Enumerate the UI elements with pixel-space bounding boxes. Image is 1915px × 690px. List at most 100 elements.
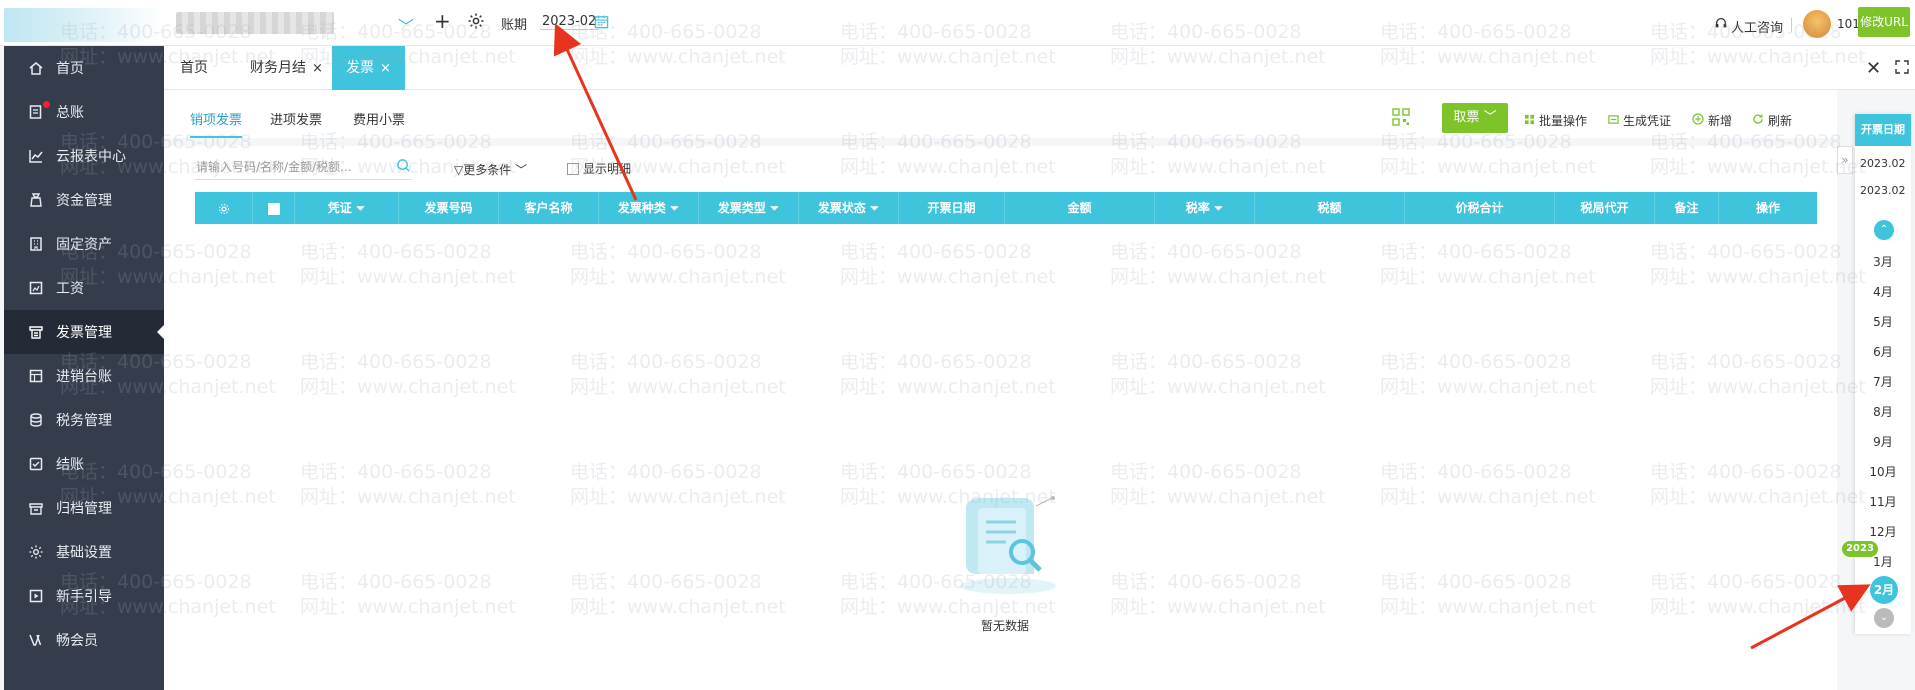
sidebar-item-salary[interactable]: 工资 (4, 266, 164, 310)
sidebar-item-tax[interactable]: 税务管理 (4, 398, 164, 442)
sidebar-item-closing[interactable]: 结账 (4, 442, 164, 486)
refresh-button[interactable]: 刷新 (1752, 112, 1792, 129)
tab-label: 财务月结 (250, 60, 306, 76)
month-item[interactable]: 9月 (1855, 433, 1911, 450)
chevron-up-icon[interactable]: ⌃ (1874, 220, 1894, 240)
date-range-end[interactable]: 2023.02 (1860, 184, 1906, 197)
tab-invoice[interactable]: 发票 × (332, 46, 405, 90)
column-header[interactable]: 发票状态 ⏷ (799, 192, 899, 224)
month-item[interactable]: 6月 (1855, 343, 1911, 360)
subtab-expense-receipt[interactable]: 费用小票 (353, 104, 405, 138)
close-icon[interactable]: × (312, 61, 323, 76)
show-detail-checkbox[interactable]: 显示明细 (567, 160, 631, 177)
button-label: 新增 (1708, 114, 1733, 128)
qrcode-icon[interactable] (1392, 108, 1410, 130)
date-range-start[interactable]: 2023.02 (1860, 157, 1906, 170)
calendar-icon[interactable] (594, 14, 609, 33)
sidebar-item-guide[interactable]: 新手引导 (4, 574, 164, 618)
add-icon[interactable]: + (434, 9, 451, 33)
home-icon (26, 58, 46, 78)
month-item[interactable]: 8月 (1855, 403, 1911, 420)
sidebar-item-label: 云报表中心 (56, 149, 126, 165)
chevron-down-icon[interactable]: ⌄ (1874, 608, 1894, 628)
subtab-output-invoice[interactable]: 销项发票 (190, 104, 243, 138)
tab-label: 首页 (180, 60, 208, 76)
sidebar-item-fixed-assets[interactable]: 固定资产 (4, 222, 164, 266)
avatar[interactable] (1803, 10, 1831, 38)
sidebar-item-home[interactable]: 首页 (4, 46, 164, 90)
month-item[interactable]: 3月 (1855, 253, 1911, 270)
company-name-blurred[interactable] (176, 12, 334, 34)
sidebar-item-funds[interactable]: 资金管理 (4, 178, 164, 222)
month-item-selected[interactable]: 2月 (1870, 576, 1898, 604)
close-all-tabs-icon[interactable]: ✕ (1866, 58, 1881, 79)
filter-icon[interactable]: ⏷ (870, 201, 880, 215)
fullscreen-icon[interactable] (1895, 60, 1909, 78)
sidebar-item-label: 结账 (56, 457, 84, 473)
month-item[interactable]: 10月 (1855, 463, 1911, 480)
sidebar-item-settings[interactable]: 基础设置 (4, 530, 164, 574)
filter-icon[interactable]: ⏷ (670, 201, 680, 215)
sidebar-item-invoice-management[interactable]: 发票管理 (4, 310, 164, 354)
top-bar: ﹀ + 账期 2023-02 人工咨询 101 修改URL (0, 0, 1915, 46)
subtab-input-invoice[interactable]: 进项发票 (270, 104, 322, 138)
filter-icon[interactable]: ⏷ (1214, 201, 1224, 215)
month-item[interactable]: 5月 (1855, 313, 1911, 330)
divider (1791, 18, 1792, 32)
column-header: 金额 (1005, 192, 1155, 224)
column-settings[interactable] (195, 192, 253, 224)
sidebar-item-label: 资金管理 (56, 193, 112, 209)
user-id[interactable]: 101 (1837, 17, 1860, 31)
select-all-checkbox[interactable] (253, 192, 295, 224)
sidebar-item-vip[interactable]: 畅会员 (4, 618, 164, 662)
more-conditions-button[interactable]: ▽更多条件 ﹀ (454, 161, 527, 178)
subtab-strip (164, 138, 1837, 146)
sidebar-item-archive[interactable]: 归档管理 (4, 486, 164, 530)
guide-icon (26, 586, 46, 606)
filter-icon[interactable]: ⏷ (356, 201, 366, 215)
checkbox[interactable] (267, 202, 280, 215)
date-panel-header: 开票日期 (1855, 114, 1911, 146)
tab-home[interactable]: 首页 (166, 46, 222, 90)
headset-icon[interactable] (1714, 16, 1728, 34)
sidebar-item-label: 新手引导 (56, 589, 112, 605)
generate-voucher-button[interactable]: 生成凭证 (1608, 112, 1671, 129)
column-label: 税额 (1317, 201, 1342, 215)
gear-icon[interactable] (467, 12, 485, 34)
chevron-down-icon[interactable]: ﹀ (398, 13, 414, 37)
table-header: 凭证 ⏷ 发票号码 客户名称 发票种类 ⏷ 发票类型 ⏷ 发票状态 ⏷ 开票日期 金额 … (195, 192, 1817, 224)
button-label: 生成凭证 (1623, 114, 1672, 128)
search-icon[interactable] (396, 158, 411, 177)
modify-url-button[interactable]: 修改URL (1858, 7, 1910, 37)
chevron-down-icon: ﹀ (511, 163, 528, 177)
app-logo (4, 8, 164, 42)
search-input[interactable]: 请输入号码/名称/金额/税额... (194, 154, 412, 180)
column-header[interactable]: 税率 ⏷ (1155, 192, 1255, 224)
new-button[interactable]: 新增 (1692, 112, 1732, 129)
sidebar-item-report-center[interactable]: 云报表中心 (4, 134, 164, 178)
month-item[interactable]: 11月 (1855, 493, 1911, 510)
consult-link[interactable]: 人工咨询 (1731, 17, 1783, 36)
checkbox[interactable] (567, 162, 579, 175)
column-header[interactable]: 发票类型 ⏷ (699, 192, 799, 224)
chevron-right-icon[interactable]: » (1837, 146, 1853, 174)
column-header[interactable]: 发票种类 ⏷ (599, 192, 699, 224)
period-value[interactable]: 2023-02 (540, 14, 599, 30)
sidebar-item-ledger[interactable]: 总账 (4, 90, 164, 134)
month-item[interactable]: 4月 (1855, 283, 1911, 300)
column-label: 税率 (1185, 201, 1210, 215)
month-item[interactable]: 7月 (1855, 373, 1911, 390)
sidebar-item-sales-ledger[interactable]: 进销台账 (4, 354, 164, 398)
column-label: 发票种类 (617, 201, 666, 215)
tab-bar: 首页 财务月结 × 发票 × (164, 46, 1915, 90)
tab-month-end[interactable]: 财务月结 × (236, 46, 337, 90)
close-icon[interactable]: × (380, 61, 391, 76)
column-header[interactable]: 凭证 ⏷ (295, 192, 399, 224)
plus-circle-icon (1692, 113, 1704, 128)
fetch-invoice-button[interactable]: 取票 ﹀ (1442, 103, 1508, 133)
month-item[interactable]: 12月 (1855, 523, 1911, 540)
filter-icon[interactable]: ⏷ (770, 201, 780, 215)
batch-operation-button[interactable]: 批量操作 (1524, 112, 1587, 129)
month-item[interactable]: 1月 (1855, 553, 1911, 570)
column-header: 开票日期 (899, 192, 1005, 224)
